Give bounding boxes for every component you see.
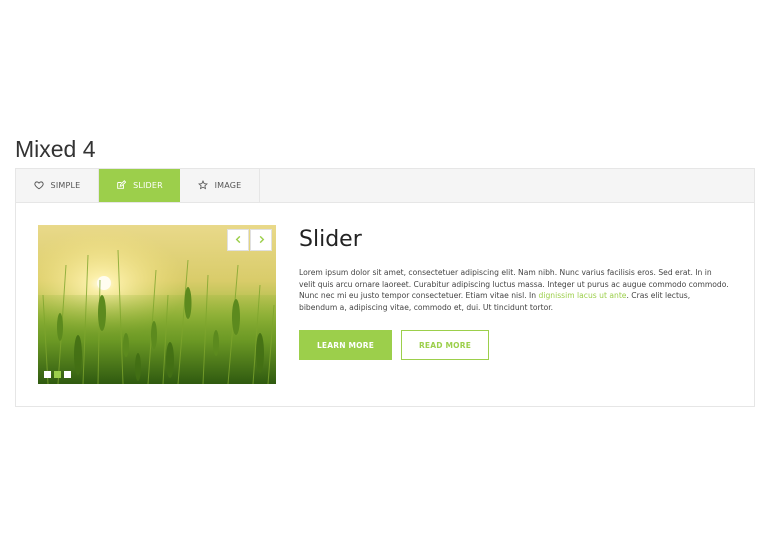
read-more-button[interactable]: READ MORE xyxy=(401,330,489,360)
slide-body-text: Lorem ipsum dolor sit amet, consectetuer… xyxy=(299,267,729,313)
tab-slider[interactable]: SLIDER xyxy=(99,169,180,202)
body-inline-link[interactable]: dignissim lacus ut ante xyxy=(539,291,627,300)
tab-panel-slider: Slider Lorem ipsum dolor sit amet, conse… xyxy=(16,203,754,407)
edit-icon xyxy=(116,179,127,192)
section-title: Mixed 4 xyxy=(15,136,96,162)
tab-bar: SIMPLE SLIDER IMAGE xyxy=(16,169,754,203)
tab-simple-label: SIMPLE xyxy=(50,181,81,190)
chevron-right-icon xyxy=(257,231,266,249)
chevron-left-icon xyxy=(234,231,243,249)
slider-dot-3[interactable] xyxy=(64,371,71,378)
heart-icon xyxy=(33,180,44,192)
tab-simple[interactable]: SIMPLE xyxy=(16,169,99,202)
tab-slider-label: SLIDER xyxy=(133,181,163,190)
slide-text: Slider Lorem ipsum dolor sit amet, conse… xyxy=(299,227,729,313)
slide-heading: Slider xyxy=(299,227,362,252)
button-row: LEARN MORE READ MORE xyxy=(299,330,489,360)
tab-image[interactable]: IMAGE xyxy=(180,169,260,202)
learn-more-button[interactable]: LEARN MORE xyxy=(299,330,392,360)
slider-dot-2[interactable] xyxy=(54,371,61,378)
slider-dot-1[interactable] xyxy=(44,371,51,378)
slider-next-button[interactable] xyxy=(250,229,272,251)
slider-dots xyxy=(44,371,71,378)
tabs-widget: SIMPLE SLIDER IMAGE Slider Lorem ipsum d… xyxy=(15,168,755,407)
image-slider[interactable] xyxy=(38,225,276,384)
tab-image-label: IMAGE xyxy=(214,181,242,190)
slider-prev-button[interactable] xyxy=(227,229,249,251)
star-icon xyxy=(197,179,208,192)
